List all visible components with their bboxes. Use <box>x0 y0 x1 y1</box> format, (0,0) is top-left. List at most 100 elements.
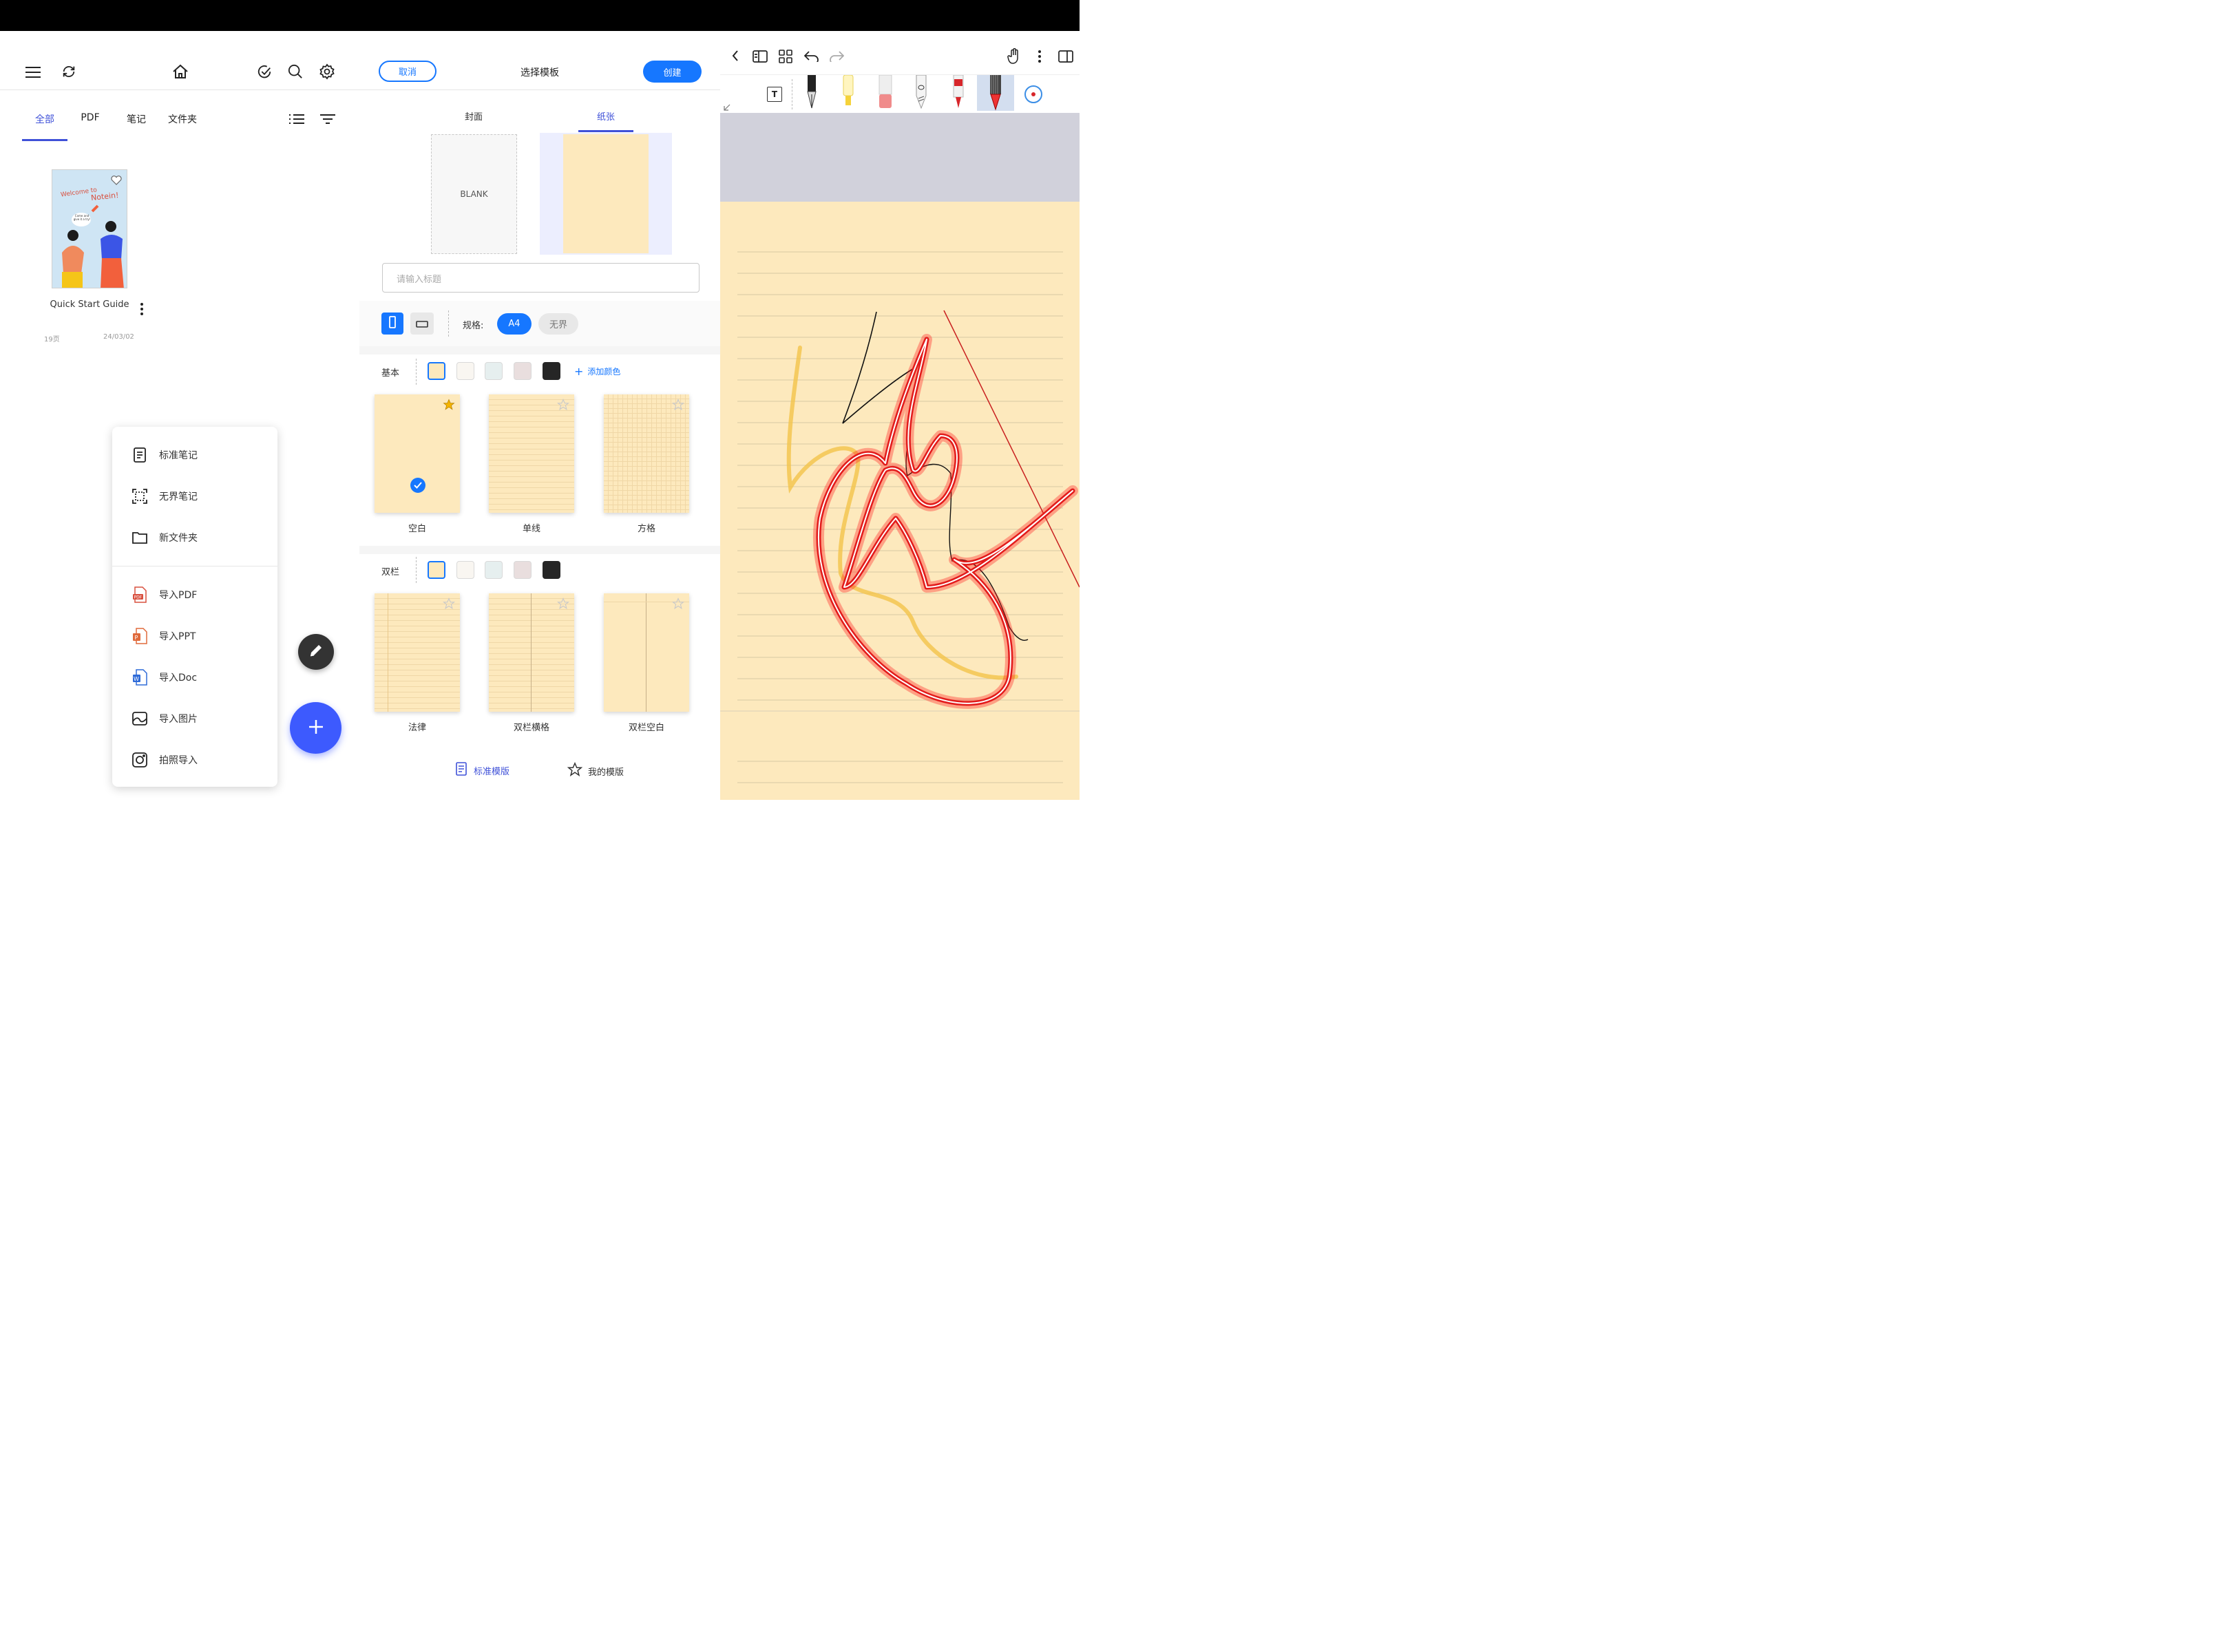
sync-icon[interactable] <box>59 62 78 81</box>
redo-icon[interactable] <box>828 49 845 64</box>
template-thumbnail <box>604 394 689 513</box>
menu-item-import-ppt[interactable]: P 导入PPT <box>112 615 277 657</box>
tab-all[interactable]: 全部 <box>26 112 63 126</box>
home-icon[interactable] <box>171 62 190 81</box>
color-swatch[interactable] <box>456 561 474 579</box>
color-swatch[interactable] <box>543 362 560 380</box>
add-color-button[interactable]: + 添加颜色 <box>574 365 620 378</box>
settings-gear-icon[interactable] <box>317 62 337 81</box>
right-panel-icon[interactable] <box>1058 49 1074 64</box>
check-circle-icon[interactable] <box>255 63 274 82</box>
tab-standard-templates[interactable]: 标准模版 <box>456 762 509 779</box>
template-label: 法律 <box>408 723 426 733</box>
hand-pan-icon[interactable] <box>1006 47 1022 65</box>
star-outline-icon[interactable] <box>442 597 456 613</box>
create-button[interactable]: 创建 <box>643 61 702 83</box>
add-fab-button[interactable] <box>290 702 341 754</box>
color-swatch[interactable] <box>456 362 474 380</box>
undo-icon[interactable] <box>803 49 820 64</box>
template-grid[interactable]: 方格 <box>604 394 689 534</box>
template-label: 双栏横格 <box>513 723 549 733</box>
menu-item-standard-note[interactable]: 标准笔记 <box>112 434 277 476</box>
color-swatch[interactable] <box>514 561 532 579</box>
grid-view-icon[interactable] <box>778 49 793 64</box>
menu-item-label: 无界笔记 <box>159 491 198 502</box>
document-icon <box>132 447 148 463</box>
pdf-file-icon: PDF <box>132 586 148 603</box>
title-input-placeholder: 请输入标题 <box>397 275 442 285</box>
menu-icon[interactable] <box>23 63 43 82</box>
size-label: 规格: <box>463 321 484 331</box>
note-page[interactable] <box>720 202 1080 800</box>
tab-cover[interactable]: 封面 <box>449 109 498 123</box>
star-outline-icon <box>567 761 583 780</box>
color-swatch[interactable] <box>514 362 532 380</box>
color-swatch[interactable] <box>543 561 560 579</box>
portrait-orientation-button[interactable] <box>381 313 403 335</box>
sort-filter-icon[interactable] <box>319 111 337 127</box>
document-cover[interactable]: Welcome to Notein! Come and give it a tr… <box>52 169 127 288</box>
template-single-line[interactable]: 单线 <box>489 394 574 534</box>
color-swatch-selected[interactable] <box>428 561 445 579</box>
star-outline-icon[interactable] <box>556 597 570 613</box>
size-a4-chip[interactable]: A4 <box>497 313 532 335</box>
star-outline-icon[interactable] <box>671 597 685 613</box>
cover-preview-blank[interactable]: BLANK <box>431 134 517 254</box>
tab-notes[interactable]: 笔记 <box>121 112 151 126</box>
tab-paper[interactable]: 纸张 <box>581 109 631 123</box>
highlighter-icon[interactable] <box>841 74 855 112</box>
menu-item-label: 导入PPT <box>159 631 196 642</box>
menu-item-infinite-note[interactable]: 无界笔记 <box>112 476 277 517</box>
paper-preview[interactable] <box>563 134 649 253</box>
lasso-tool-icon[interactable] <box>914 74 928 112</box>
list-view-icon[interactable] <box>288 111 306 127</box>
template-double-lined[interactable]: 双栏横格 <box>489 593 574 733</box>
menu-item-import-image[interactable]: 导入图片 <box>112 698 277 739</box>
color-picker-button[interactable] <box>1024 85 1042 103</box>
star-outline-icon[interactable] <box>556 399 570 414</box>
document-title[interactable]: Quick Start Guide <box>41 299 138 310</box>
menu-item-new-folder[interactable]: 新文件夹 <box>112 517 277 558</box>
text-tool-icon[interactable]: T <box>767 87 782 102</box>
neon-pen-selected[interactable] <box>977 75 1014 111</box>
eraser-icon[interactable] <box>877 74 894 112</box>
paper-preview-frame <box>540 133 672 255</box>
color-swatch[interactable] <box>485 362 503 380</box>
add-color-label: 添加颜色 <box>587 367 621 377</box>
tab-my-templates[interactable]: 我的模版 <box>567 761 624 780</box>
template-legal[interactable]: 法律 <box>375 593 460 733</box>
star-outline-icon[interactable] <box>671 399 685 414</box>
fountain-pen-icon[interactable] <box>806 75 818 112</box>
basic-section: 基本 + 添加颜色 空白 单线 方格 <box>359 354 720 546</box>
tab-pdf[interactable]: PDF <box>76 112 105 123</box>
pen-fab-button[interactable] <box>298 634 334 670</box>
color-swatch-selected[interactable] <box>428 362 445 380</box>
selected-check-icon <box>410 478 425 493</box>
sidebar-panel-icon[interactable] <box>752 49 768 64</box>
tab-label: 标准模版 <box>474 766 510 777</box>
template-double-blank[interactable]: 双栏空白 <box>604 593 689 733</box>
cancel-button[interactable]: 取消 <box>379 61 436 82</box>
menu-item-import-doc[interactable]: W 导入Doc <box>112 657 277 698</box>
title-input[interactable]: 请输入标题 <box>382 263 699 293</box>
header-divider <box>0 89 359 90</box>
back-chevron-icon[interactable] <box>728 47 742 64</box>
template-thumbnail <box>604 593 689 712</box>
marker-red-icon[interactable] <box>951 74 965 112</box>
landscape-orientation-button[interactable] <box>410 313 434 335</box>
template-thumbnail <box>375 593 460 712</box>
menu-item-import-pdf[interactable]: PDF 导入PDF <box>112 574 277 615</box>
more-vertical-icon[interactable] <box>1034 49 1045 64</box>
search-icon[interactable] <box>286 62 305 81</box>
template-blank[interactable]: 空白 <box>375 394 460 534</box>
color-swatch[interactable] <box>485 561 503 579</box>
menu-item-photo-import[interactable]: 拍照导入 <box>112 739 277 781</box>
more-options-icon[interactable] <box>135 301 149 317</box>
menu-item-label: 新文件夹 <box>159 533 198 544</box>
template-label: 方格 <box>637 524 655 534</box>
pen-tools-bar: T <box>720 74 1080 113</box>
favorite-heart-icon[interactable] <box>110 174 123 187</box>
size-infinite-chip[interactable]: 无界 <box>538 313 578 335</box>
tab-folders[interactable]: 文件夹 <box>164 112 201 126</box>
star-filled-icon[interactable] <box>443 399 455 414</box>
